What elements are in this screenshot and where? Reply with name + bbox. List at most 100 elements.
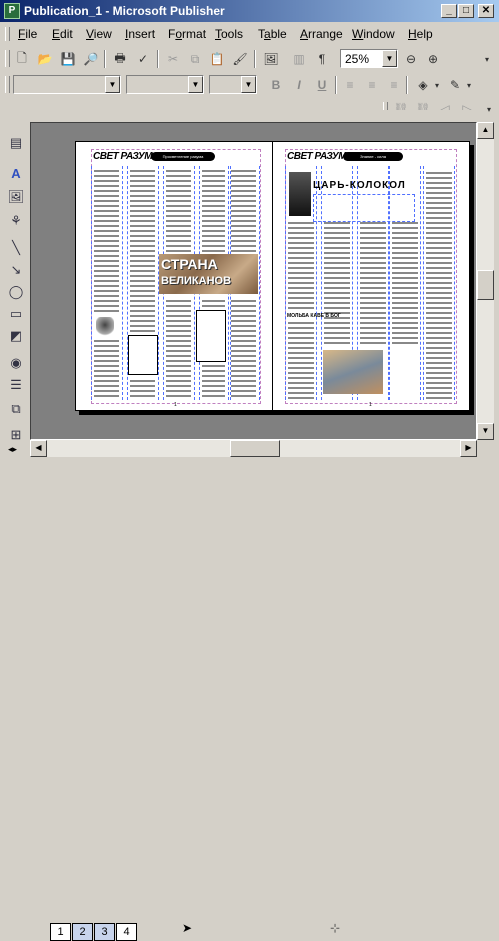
bold-icon[interactable]: B	[267, 76, 285, 94]
zoom-out-icon[interactable]: ⊖	[402, 50, 420, 68]
chevron-down-icon[interactable]: ▾	[428, 76, 446, 94]
menu-table[interactable]: Table	[258, 27, 287, 41]
style-combo[interactable]: ▼	[13, 75, 121, 94]
scroll-left-icon[interactable]: ◀	[30, 440, 47, 457]
text-line	[231, 245, 256, 247]
horizontal-ruler[interactable]	[30, 110, 477, 122]
chevron-down-icon[interactable]: ▼	[188, 76, 203, 93]
picture-frame-icon[interactable]: 🖼	[5, 186, 27, 208]
menu-format[interactable]: Format	[168, 27, 206, 41]
columns-icon[interactable]: ▥	[290, 50, 308, 68]
line-tool-icon[interactable]: ╲	[5, 237, 27, 259]
chevron-down-icon[interactable]: ▼	[241, 76, 256, 93]
print-icon[interactable]: 🖶	[111, 50, 129, 68]
text-box-icon[interactable]: A	[5, 162, 27, 184]
close-button[interactable]: ✕	[478, 4, 494, 18]
left-small-picture[interactable]	[96, 317, 114, 337]
menu-tools[interactable]: Tools	[215, 27, 243, 41]
chevron-down-icon[interactable]: ▾	[460, 76, 478, 94]
text-line	[426, 292, 452, 294]
autoshapes-icon[interactable]: ◩	[5, 325, 27, 347]
text-line	[360, 272, 386, 274]
strana-velikanov-banner[interactable]: СТРАНА ВЕЛИКАНОВ	[159, 254, 258, 294]
chevron-down-icon[interactable]: ▼	[382, 50, 397, 67]
toolbar-grip[interactable]	[5, 76, 10, 93]
align-right-icon[interactable]: ≡	[385, 76, 403, 94]
menu-insert[interactable]: Insert	[125, 27, 155, 41]
vertical-scrollbar[interactable]: ▲ ▼	[477, 122, 494, 440]
scroll-up-icon[interactable]: ▲	[477, 122, 494, 139]
right-headline[interactable]: ЦАРЬ-КОЛОКОЛ	[313, 180, 406, 191]
more-objects-icon[interactable]: ⊞	[5, 424, 27, 446]
right-portrait-picture[interactable]	[289, 172, 311, 216]
pilcrow-icon[interactable]: ¶	[313, 50, 331, 68]
menu-file[interactable]: File	[18, 27, 37, 41]
save-icon[interactable]: 💾	[59, 50, 77, 68]
underline-icon[interactable]: U	[313, 76, 331, 94]
spelling-icon[interactable]: ✓	[134, 50, 152, 68]
menu-arrange[interactable]: Arrange	[300, 27, 343, 41]
minimize-button[interactable]: _	[441, 4, 457, 18]
page-sorter-2[interactable]: 2	[72, 923, 93, 941]
text-line	[94, 250, 119, 252]
menu-view[interactable]: View	[86, 27, 112, 41]
page-sorter-4[interactable]: 4	[116, 923, 137, 941]
maximize-button[interactable]: □	[458, 4, 474, 18]
rectangle-tool-icon[interactable]: ▭	[5, 303, 27, 325]
left-page[interactable]: СВЕТ РАЗУМА Просветление разума СТРАНА В…	[75, 141, 273, 411]
toolbar-grip[interactable]	[5, 50, 10, 67]
horizontal-scrollbar[interactable]: ◀ ▶	[30, 440, 477, 457]
format-painter-icon[interactable]: 🖌	[231, 50, 249, 68]
paste-icon[interactable]: 📋	[208, 50, 226, 68]
menu-window[interactable]: Window	[352, 27, 395, 41]
horizontal-scroll-thumb[interactable]	[230, 440, 280, 457]
document-workspace[interactable]: СВЕТ РАЗУМА Просветление разума СТРАНА В…	[30, 122, 477, 440]
scroll-split-icon[interactable]: ◂▸	[8, 444, 26, 456]
arrow-tool-icon[interactable]: ↘	[5, 259, 27, 281]
text-line	[392, 247, 418, 249]
right-pill-banner[interactable]: Знание - сила	[343, 152, 403, 161]
right-page[interactable]: СВЕТ РАЗУМА Знание - сила ЦАРЬ-КОЛОКОЛ М…	[272, 141, 470, 411]
font-combo[interactable]: ▼	[126, 75, 204, 94]
text-line	[166, 215, 191, 217]
chevron-down-icon[interactable]: ▼	[105, 76, 120, 93]
right-subhead[interactable]: МОЛЬБА КАВЕ В БОГ	[287, 313, 341, 319]
zoom-in-icon[interactable]: ⊕	[424, 50, 442, 68]
zoom-combo[interactable]: 25% ▼	[340, 49, 398, 68]
italic-icon[interactable]: I	[290, 76, 308, 94]
open-icon[interactable]: 📂	[36, 50, 54, 68]
page-sorter-1[interactable]: 1	[50, 923, 71, 941]
insert-picture-icon[interactable]: 🖼	[262, 50, 280, 68]
clip-art-icon[interactable]: ⚘	[5, 210, 27, 232]
right-intro-frame[interactable]	[313, 194, 415, 222]
search-folder-icon[interactable]: 🔎	[82, 50, 100, 68]
vertical-scroll-thumb[interactable]	[477, 270, 494, 300]
menu-edit[interactable]: Edit	[52, 27, 73, 41]
text-line	[426, 312, 452, 314]
form-control-icon[interactable]: ☰	[5, 374, 27, 396]
left-figure-box-2[interactable]	[196, 310, 226, 362]
scroll-right-icon[interactable]: ▶	[460, 440, 477, 457]
text-line	[94, 255, 119, 257]
menu-grip[interactable]	[5, 27, 10, 41]
left-pill-banner[interactable]: Просветление разума	[151, 152, 215, 161]
publisher-icon[interactable]: P	[4, 3, 20, 19]
left-masthead[interactable]: СВЕТ РАЗУМА	[93, 151, 159, 162]
toolbar-options-icon[interactable]: ▾	[480, 100, 498, 118]
align-center-icon[interactable]: ≡	[363, 76, 381, 94]
left-figure-box[interactable]	[128, 335, 158, 375]
hot-spot-icon[interactable]: ◉	[5, 352, 27, 374]
select-objects-icon[interactable]: ▤	[5, 132, 27, 154]
font-size-combo[interactable]: ▼	[209, 75, 257, 94]
align-left-icon[interactable]: ≡	[341, 76, 359, 94]
menu-help[interactable]: Help	[408, 27, 433, 41]
right-church-picture[interactable]	[323, 350, 383, 394]
oval-tool-icon[interactable]: ◯	[5, 281, 27, 303]
scroll-down-icon[interactable]: ▼	[477, 423, 494, 440]
page-sorter-3[interactable]: 3	[94, 923, 115, 941]
new-icon[interactable]: 🗋	[13, 50, 31, 68]
copy-icon[interactable]: ⧉	[186, 50, 204, 68]
toolbar-options-icon[interactable]: ▾	[478, 50, 496, 68]
design-gallery-icon[interactable]: ⧉	[5, 398, 27, 420]
cut-icon[interactable]: ✂	[164, 50, 182, 68]
